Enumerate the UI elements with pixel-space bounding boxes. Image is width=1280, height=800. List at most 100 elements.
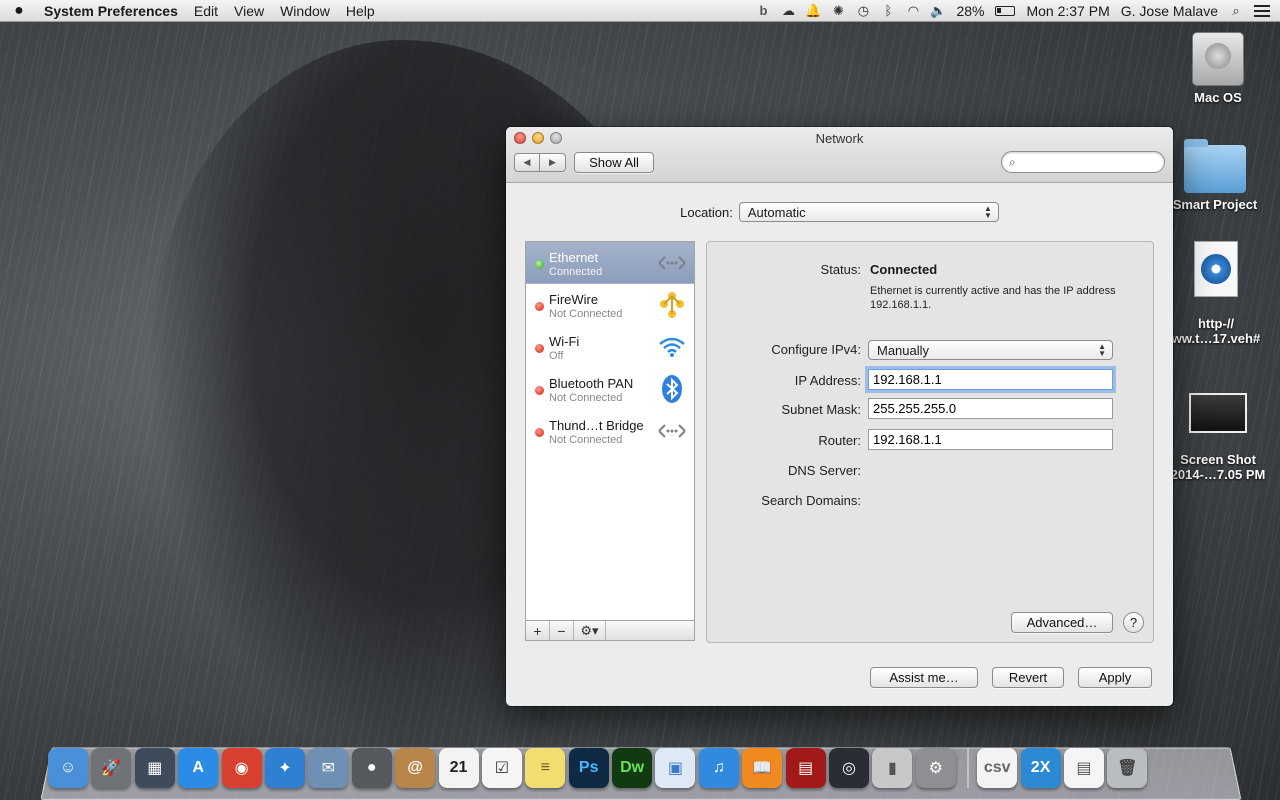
safari-webloc-icon	[1194, 241, 1238, 297]
service-status: Not Connected	[549, 392, 623, 404]
search-input[interactable]	[1024, 154, 1156, 170]
photoshop-icon[interactable]: Ps	[568, 748, 609, 788]
ibooks-icon[interactable]: 📖	[742, 748, 783, 788]
wifi-icon[interactable]: ◠	[906, 3, 920, 18]
notification-center-icon[interactable]	[1254, 4, 1270, 17]
facetime-icon[interactable]: ●	[351, 748, 392, 788]
search-domains-label: Search Domains:	[761, 493, 861, 508]
service-status: Not Connected	[549, 434, 623, 446]
menu-app-name[interactable]: System Preferences	[38, 3, 186, 19]
preview-icon[interactable]: ▣	[655, 748, 696, 788]
status-label: Status:	[820, 262, 861, 277]
menu-window[interactable]: Window	[272, 3, 338, 19]
system-preferences-icon[interactable]: ⚙	[915, 748, 956, 788]
service-name: FireWire	[549, 292, 599, 307]
dock-separator	[967, 748, 970, 788]
dreamweaver-icon[interactable]: Dw	[612, 748, 653, 788]
location-select[interactable]: Automatic ▲ ▼	[738, 202, 999, 222]
window-titlebar[interactable]: Network ◀ ▶ Show All ⌕	[506, 127, 1173, 183]
chrome-icon[interactable]: ◉	[221, 748, 262, 788]
show-all-button[interactable]: Show All	[574, 152, 654, 173]
menubar-clock[interactable]: Mon 2:37 PM	[1026, 3, 1109, 19]
window-title: Network	[815, 131, 864, 146]
add-service-button[interactable]: +	[526, 621, 550, 640]
b-icon[interactable]: b	[756, 3, 770, 18]
contacts-icon[interactable]: @	[395, 748, 436, 788]
search-field[interactable]: ⌕	[1001, 151, 1165, 173]
service-item-wifi[interactable]: Wi-Fi Off	[526, 326, 694, 368]
trash-icon[interactable]: 🗑	[1107, 748, 1148, 788]
search-icon: ⌕	[1009, 155, 1016, 169]
camera-icon[interactable]: ◎	[829, 748, 870, 788]
document-stack-icon[interactable]: ▤	[1063, 748, 1104, 788]
revert-button[interactable]: Revert	[992, 667, 1064, 688]
spotlight-search-icon[interactable]: ⌕	[1229, 3, 1243, 18]
reminders-icon[interactable]: ☑	[481, 748, 522, 788]
service-status: Not Connected	[549, 308, 623, 320]
menu-view[interactable]: View	[226, 3, 272, 19]
ethernet-icon	[657, 248, 687, 278]
back-arrow-icon[interactable]: ◀	[514, 153, 540, 172]
service-item-firewire[interactable]: FireWire Not Connected	[526, 284, 694, 326]
subnet-mask-field[interactable]	[868, 398, 1113, 419]
photo-booth-icon[interactable]: ▤	[785, 748, 826, 788]
gear-icon[interactable]: ⚙▾	[574, 621, 606, 640]
calendar-icon[interactable]: 21	[438, 748, 479, 788]
thunderbolt-bridge-icon	[657, 416, 687, 446]
configure-ipv4-select[interactable]: Manually ▲ ▼	[868, 340, 1113, 360]
menubar: ● System Preferences Edit View Window He…	[0, 0, 1280, 22]
menu-edit[interactable]: Edit	[186, 3, 226, 19]
desktop-icon-screenshot[interactable]: Screen Shot 2014-…7.05 PM	[1170, 378, 1266, 497]
desktop-icon-smart-project[interactable]: Smart Project	[1167, 139, 1263, 212]
ip-address-label: IP Address:	[794, 373, 861, 388]
location-value: Automatic	[747, 204, 806, 220]
itunes-icon[interactable]: ♫	[698, 748, 739, 788]
finder-icon[interactable]: ☺	[48, 748, 88, 788]
remove-service-button[interactable]: −	[550, 621, 574, 640]
wifi-icon	[657, 332, 687, 362]
forward-arrow-icon[interactable]: ▶	[540, 153, 566, 172]
menu-help[interactable]: Help	[338, 3, 383, 19]
firewire-icon	[657, 290, 687, 320]
menubar-user[interactable]: G. Jose Malave	[1121, 3, 1218, 19]
time-machine-icon[interactable]: ◷	[856, 3, 870, 18]
desktop-icon-webloc[interactable]: http-// ww.t…17.veh#	[1168, 226, 1264, 361]
apply-button[interactable]: Apply	[1078, 667, 1152, 688]
desktop-icon-mac-os[interactable]: Mac OS	[1170, 32, 1266, 105]
configure-ipv4-label: Configure IPv4:	[771, 342, 861, 357]
notification-bell-icon[interactable]: 🔔	[805, 3, 821, 18]
switch-icon[interactable]: ▮	[872, 748, 913, 788]
safari-icon[interactable]: ✦	[264, 748, 305, 788]
volume-icon[interactable]: 🔈	[930, 3, 946, 18]
status-dot-icon	[535, 428, 544, 437]
battery-percent[interactable]: 28%	[956, 3, 984, 19]
help-button[interactable]: ?	[1123, 612, 1144, 633]
launchpad-icon[interactable]: 🚀	[91, 748, 132, 788]
bluetooth-icon[interactable]: ᛒ	[881, 3, 895, 18]
service-item-thunderbolt-bridge[interactable]: Thund…t Bridge Not Connected	[526, 410, 694, 452]
settings-wheel-icon[interactable]: ✺	[831, 3, 845, 18]
desktop-icon-label: http-// ww.t…17.veh#	[1171, 316, 1261, 346]
service-item-bluetooth-pan[interactable]: Bluetooth PAN Not Connected	[526, 368, 694, 410]
bluetooth-icon	[657, 374, 687, 404]
creative-cloud-icon[interactable]: ☁	[781, 3, 795, 18]
service-list[interactable]: Ethernet Connected FireWire Not Connecte…	[525, 241, 695, 641]
mail-icon[interactable]: ✉	[308, 748, 349, 788]
service-item-ethernet[interactable]: Ethernet Connected	[526, 242, 694, 284]
csv-document-icon[interactable]: csv	[977, 748, 1018, 788]
status-dot-icon	[535, 302, 544, 311]
assist-me-button[interactable]: Assist me…	[870, 667, 978, 688]
subnet-mask-label: Subnet Mask:	[781, 402, 862, 417]
app-store-icon[interactable]: A	[178, 748, 219, 788]
desktop-icon-label: Screen Shot 2014-…7.05 PM	[1170, 452, 1266, 482]
apple-menu-icon[interactable]: ●	[0, 2, 38, 20]
status-dot-icon	[535, 344, 544, 353]
ip-address-field[interactable]	[868, 369, 1113, 390]
battery-icon[interactable]	[995, 5, 1016, 16]
mission-control-icon[interactable]: ▦	[134, 748, 175, 788]
notes-icon[interactable]: ≡	[525, 748, 566, 788]
router-field[interactable]	[868, 429, 1113, 450]
2x-client-icon[interactable]: 2X	[1020, 748, 1061, 788]
status-description: Ethernet is currently active and has the…	[870, 285, 1116, 311]
advanced-button[interactable]: Advanced…	[1011, 612, 1113, 633]
